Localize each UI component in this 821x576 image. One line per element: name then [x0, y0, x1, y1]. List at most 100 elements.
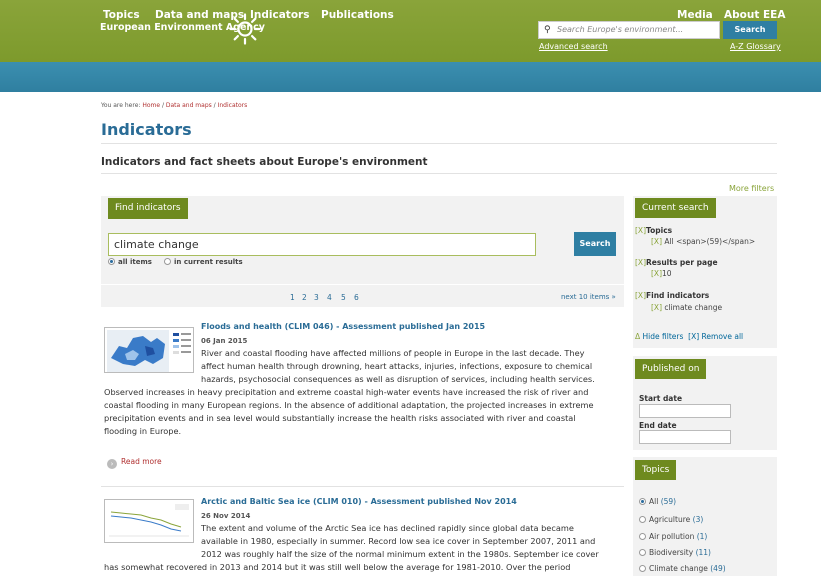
site-search-input[interactable]: ⚲ Search Europe's environment...: [538, 21, 720, 39]
topic-name: Agriculture: [649, 515, 691, 524]
topic-name: Air pollution: [649, 532, 695, 541]
hide-filters-link[interactable]: Hide filters: [643, 332, 684, 341]
page-link[interactable]: 5: [341, 293, 346, 302]
topic-count: (11): [695, 548, 711, 557]
remove-filter-icon[interactable]: [X]: [635, 291, 646, 300]
page-link[interactable]: 4: [327, 293, 332, 302]
nav-media[interactable]: Media: [677, 9, 713, 21]
start-date-input[interactable]: [639, 404, 731, 418]
result-summary-line: has somewhat recovered in 2013 and 2014 …: [104, 562, 571, 572]
end-date-input[interactable]: [639, 430, 731, 444]
topic-option[interactable]: All (59): [639, 497, 676, 506]
radio-unselected-icon: [639, 565, 646, 572]
result-summary-line: River and coastal flooding have affected…: [201, 348, 585, 358]
breadcrumb-current[interactable]: Indicators: [218, 102, 248, 109]
filter-find-value[interactable]: [X] climate change: [651, 303, 722, 312]
find-indicators-tab: Find indicators: [108, 198, 188, 219]
filter-find-label: Find indicators: [646, 291, 710, 300]
filter-results-value-text: 10: [662, 269, 672, 278]
topic-name: All: [649, 497, 659, 506]
breadcrumb-data-maps[interactable]: Data and maps: [166, 102, 212, 109]
topic-count: (1): [696, 532, 708, 541]
published-on-tab: Published on: [635, 359, 707, 379]
end-date-label: End date: [639, 421, 677, 430]
filter-topics[interactable]: [X]Topics: [635, 226, 672, 235]
radio-current-label: in current results: [174, 258, 243, 266]
page-link[interactable]: 1: [290, 293, 295, 302]
remove-filter-icon[interactable]: [X]: [651, 269, 662, 278]
topic-option[interactable]: Biodiversity (11): [639, 548, 711, 557]
result-summary-line: available in 1980, especially in summer.…: [201, 536, 596, 546]
topic-count: (59): [660, 497, 677, 506]
filter-topics-value[interactable]: [X] All <span>(59)</span>: [651, 237, 755, 246]
filter-find-indicators[interactable]: [X]Find indicators: [635, 291, 709, 300]
topic-option[interactable]: Agriculture (3): [639, 515, 703, 524]
divider: [101, 486, 624, 487]
remove-filter-icon[interactable]: [X]: [651, 237, 662, 246]
pagination-bar: [101, 285, 624, 307]
result-summary-line: precipitation events and in sea level wo…: [104, 413, 576, 423]
find-indicators-input[interactable]: climate change: [108, 233, 536, 256]
nav-indicators[interactable]: Indicators: [250, 9, 309, 21]
more-filters-link[interactable]: More filters: [729, 184, 774, 193]
result-summary-line: coastal flooding in many European region…: [104, 400, 594, 410]
result-date: 06 Jan 2015: [201, 337, 248, 345]
remove-filter-icon[interactable]: [X]: [635, 258, 646, 267]
divider: [101, 173, 777, 174]
radio-current-results[interactable]: in current results: [164, 258, 243, 266]
breadcrumb-prefix: You are here:: [101, 102, 143, 109]
filter-actions: Δ Hide filters [X] Remove all: [635, 332, 743, 341]
read-more-label: Read more: [121, 457, 162, 466]
europe-map-icon: [105, 328, 193, 372]
result-thumbnail-chart[interactable]: [104, 499, 194, 543]
topic-count: (49): [710, 564, 726, 573]
divider: [101, 143, 777, 144]
remove-all-label: Remove all: [701, 332, 744, 341]
radio-selected-icon: [108, 258, 115, 265]
radio-all-label: all items: [118, 258, 152, 266]
page-link[interactable]: 6: [354, 293, 359, 302]
glossary-link[interactable]: A-Z Glossary: [730, 42, 781, 51]
remove-all-link[interactable]: [X] Remove all: [688, 332, 743, 341]
topics-tab: Topics: [635, 460, 677, 480]
result-summary-line: flooding in Europe.: [104, 426, 182, 436]
nav-about-eea[interactable]: About EEA: [724, 9, 785, 21]
filter-find-value-text: climate change: [664, 303, 723, 312]
result-summary-line: 2012 was roughly half the size of the no…: [201, 549, 599, 559]
result-summary-line: Observed increases in heavy precipitatio…: [104, 387, 589, 397]
filter-topics-label: Topics: [646, 226, 673, 235]
result-title-link[interactable]: Floods and health (CLIM 046) - Assessmen…: [201, 322, 485, 331]
nav-publications[interactable]: Publications: [321, 9, 394, 21]
result-date: 26 Nov 2014: [201, 512, 251, 520]
topic-option[interactable]: Climate change (49): [639, 564, 726, 573]
result-title-link[interactable]: Arctic and Baltic Sea ice (CLIM 010) - A…: [201, 497, 517, 506]
filter-results-per-page[interactable]: [X]Results per page: [635, 258, 718, 267]
radio-selected-icon: [639, 498, 646, 505]
site-search-placeholder: Search Europe's environment...: [557, 25, 684, 34]
radio-unselected-icon: [639, 549, 646, 556]
find-search-button[interactable]: Search: [574, 232, 616, 256]
read-more-link[interactable]: › Read more: [107, 457, 162, 469]
filter-results-value[interactable]: [X]10: [651, 269, 672, 278]
next-items-link[interactable]: next 10 items »: [561, 293, 616, 301]
site-search-button[interactable]: Search: [723, 21, 777, 39]
topic-option[interactable]: Air pollution (1): [639, 532, 707, 541]
nav-topics[interactable]: Topics: [103, 9, 140, 21]
breadcrumb-home[interactable]: Home: [142, 102, 160, 109]
remove-filter-icon[interactable]: [X]: [651, 303, 662, 312]
result-thumbnail-map[interactable]: [104, 327, 194, 373]
page-link[interactable]: 2: [302, 293, 307, 302]
result-summary-line: affect human health through drowning, he…: [201, 361, 593, 371]
topic-name: Climate change: [649, 564, 708, 573]
page-subtitle: Indicators and fact sheets about Europe'…: [101, 156, 428, 168]
topic-count: (3): [692, 515, 704, 524]
advanced-search-link[interactable]: Advanced search: [539, 42, 608, 51]
filter-topics-value-text: All <span>(59)</span>: [664, 237, 756, 246]
radio-all-items[interactable]: all items: [108, 258, 152, 266]
search-icon: ⚲: [544, 25, 551, 35]
nav-data-and-maps[interactable]: Data and maps: [155, 9, 244, 21]
radio-unselected-icon: [639, 533, 646, 540]
remove-filter-icon[interactable]: [X]: [635, 226, 646, 235]
page-link[interactable]: 3: [314, 293, 319, 302]
start-date-label: Start date: [639, 394, 683, 403]
